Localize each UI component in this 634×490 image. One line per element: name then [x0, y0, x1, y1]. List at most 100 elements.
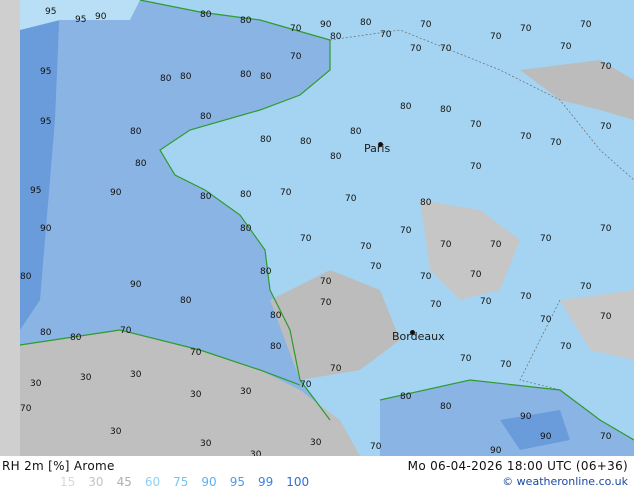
contour-label: 80: [330, 32, 342, 42]
humidity-map[interactable]: 95 95 90 80 80 70 90 80 95 80 80 80 80 70 80 70 70 70 70 70…: [0, 0, 634, 456]
contour-label: 70: [600, 62, 612, 72]
contour-label: 70: [300, 380, 312, 390]
contour-label: 70: [400, 226, 412, 236]
city-paris: Paris: [364, 142, 391, 155]
contour-label: 80: [400, 392, 412, 402]
contour-label: 70: [520, 132, 532, 142]
contour-label: 80: [400, 102, 412, 112]
contour-label: 70: [520, 292, 532, 302]
contour-label: 80: [200, 112, 212, 122]
map-footer: RH 2m [%] Arome Mo 06-04-2026 18:00 UTC …: [0, 456, 634, 490]
map-title: RH 2m [%] Arome: [2, 459, 115, 473]
contour-label: 70: [600, 122, 612, 132]
contour-label: 70: [470, 120, 482, 130]
contour-label: 80: [240, 224, 252, 234]
contour-label: 70: [600, 312, 612, 322]
contour-label: 80: [420, 198, 432, 208]
contour-label: 70: [120, 326, 132, 336]
map-border: [0, 0, 20, 456]
contour-label: 90: [130, 280, 142, 290]
contour-label: 70: [370, 262, 382, 272]
map-canvas: 95 95 90 80 80 70 90 80 95 80 80 80 80 70 80 70 70 70 70 70…: [0, 0, 634, 456]
scale-step-30: 30: [88, 475, 104, 489]
contour-label: 70: [360, 242, 372, 252]
contour-label: 30: [200, 439, 212, 449]
contour-label: 70: [600, 432, 612, 442]
contour-label: 70: [460, 354, 472, 364]
contour-label: 70: [520, 24, 532, 34]
contour-label: 80: [350, 127, 362, 137]
contour-label: 80: [360, 18, 372, 28]
contour-label: 95: [40, 67, 51, 77]
contour-label: 90: [95, 12, 107, 22]
contour-label: 70: [290, 52, 302, 62]
contour-label: 90: [110, 188, 122, 198]
contour-label: 30: [310, 438, 322, 448]
contour-label: 70: [190, 348, 202, 358]
contour-label: 30: [130, 370, 142, 380]
contour-label: 80: [135, 159, 147, 169]
contour-label: 70: [370, 442, 382, 452]
contour-label: 70: [440, 44, 452, 54]
contour-label: 30: [240, 387, 252, 397]
contour-label: 70: [440, 240, 452, 250]
contour-label: 90: [40, 224, 52, 234]
contour-label: 80: [200, 10, 212, 20]
contour-label: 70: [290, 24, 302, 34]
contour-label: 80: [240, 70, 252, 80]
color-scale: 15 30 45 60 75 90 95 99 100: [60, 475, 322, 489]
contour-label: 90: [520, 412, 532, 422]
contour-label: 70: [420, 272, 432, 282]
contour-label: 30: [110, 427, 122, 437]
contour-label: 70: [330, 364, 342, 374]
contour-label: 70: [420, 20, 432, 30]
contour-label: 30: [190, 390, 202, 400]
contour-label: 70: [320, 277, 332, 287]
contour-label: 70: [540, 234, 552, 244]
scale-step-90: 90: [201, 475, 217, 489]
contour-label: 95: [45, 7, 56, 17]
contour-label: 80: [40, 328, 52, 338]
contour-label: 80: [160, 74, 172, 84]
contour-label: 80: [260, 135, 272, 145]
contour-label: 70: [380, 30, 392, 40]
contour-label: 70: [410, 44, 422, 54]
contour-label: 80: [440, 402, 452, 412]
contour-label: 70: [560, 342, 572, 352]
contour-label: 80: [240, 190, 252, 200]
contour-label: 95: [40, 117, 51, 127]
scale-step-60: 60: [144, 475, 161, 489]
contour-label: 95: [30, 186, 41, 196]
map-datetime: Mo 06-04-2026 18:00 UTC (06+36): [407, 459, 628, 473]
scale-step-99: 99: [257, 475, 274, 489]
contour-label: 80: [330, 152, 342, 162]
contour-label: 80: [270, 311, 282, 321]
scale-step-45: 45: [116, 475, 132, 489]
contour-label: 70: [550, 138, 562, 148]
contour-label: 70: [600, 224, 612, 234]
contour-label: 80: [180, 296, 192, 306]
contour-label: 70: [490, 32, 502, 42]
scale-step-95: 95: [229, 475, 245, 489]
weather-map-frame: 95 95 90 80 80 70 90 80 95 80 80 80 80 70 80 70 70 70 70 70…: [0, 0, 634, 490]
contour-label: 80: [260, 267, 272, 277]
contour-label: 80: [440, 105, 452, 115]
contour-label: 70: [580, 20, 592, 30]
contour-label: 70: [540, 315, 552, 325]
credit-link[interactable]: © weatheronline.co.uk: [502, 475, 628, 488]
contour-label: 30: [80, 373, 92, 383]
contour-label: 80: [20, 272, 32, 282]
contour-label: 80: [270, 342, 282, 352]
scale-step-75: 75: [173, 475, 189, 489]
contour-label: 70: [500, 360, 512, 370]
contour-label: 80: [130, 127, 142, 137]
contour-label: 70: [490, 240, 502, 250]
contour-label: 80: [240, 16, 252, 26]
contour-label: 80: [200, 192, 212, 202]
city-bordeaux: Bordeaux: [392, 330, 445, 343]
scale-step-15: 15: [60, 475, 76, 489]
contour-label: 70: [320, 298, 332, 308]
contour-label: 70: [480, 297, 492, 307]
contour-label: 70: [470, 162, 482, 172]
contour-label: 70: [280, 188, 292, 198]
